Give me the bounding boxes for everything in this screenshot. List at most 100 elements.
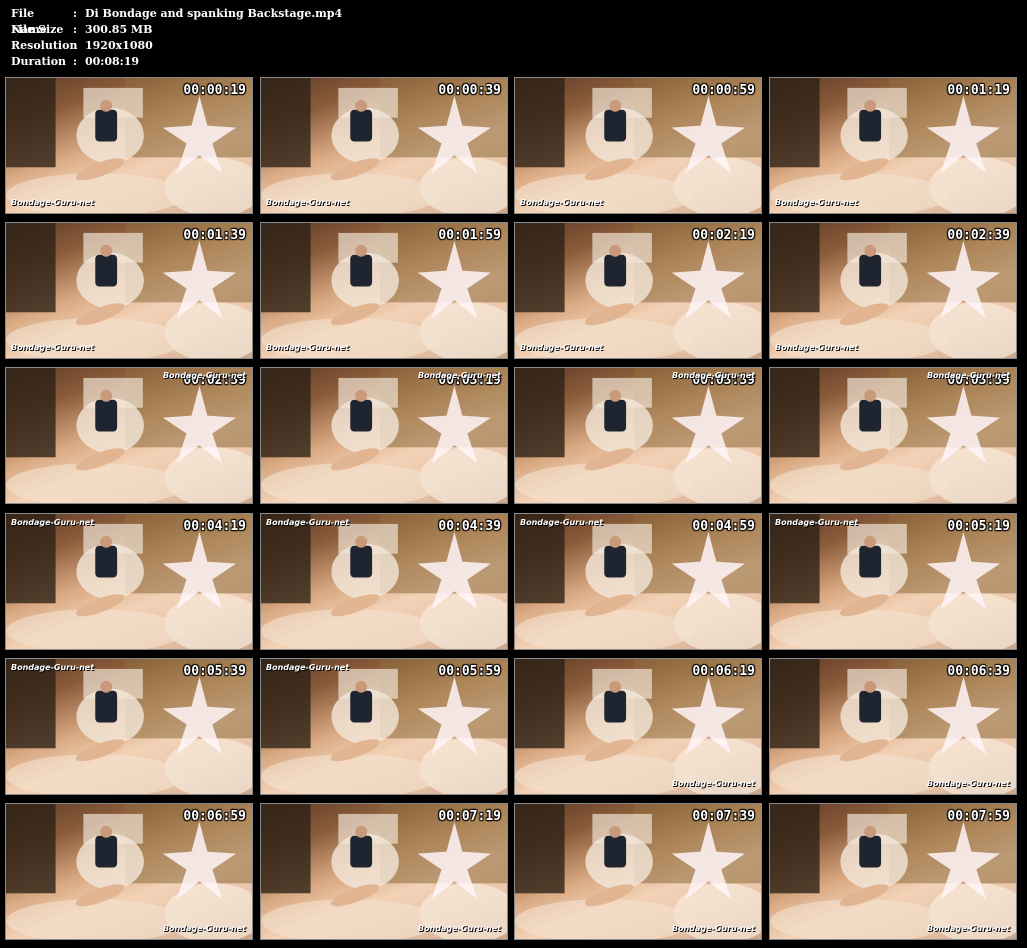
scene-image [515,368,761,503]
video-thumbnail: 00:00:19 Bondage-Guru-net [5,77,253,214]
timestamp-label: 00:00:19 [183,83,246,98]
timestamp-label: 00:06:59 [183,809,246,824]
file-name-row: File Name : Di Bondage and spanking Back… [11,6,343,36]
resolution-label: Resolution [11,39,78,52]
video-thumbnail: 00:06:59 Bondage-Guru-net [5,803,253,940]
timestamp-label: 00:05:39 [183,664,246,679]
watermark-label: Bondage-Guru-net [266,663,350,672]
watermark-label: Bondage-Guru-net [11,518,95,527]
watermark-label: Bondage-Guru-net [11,343,95,352]
file-size-row: File Size : 300.85 MB [11,22,342,38]
watermark-label: Bondage-Guru-net [926,779,1010,788]
timestamp-label: 00:02:39 [947,228,1010,243]
scene-image [770,223,1016,358]
video-thumbnail: 00:03:39 Bondage-Guru-net [514,367,762,504]
timestamp-label: 00:01:19 [947,83,1010,98]
scene-image [770,659,1016,794]
video-thumbnail: 00:01:39 Bondage-Guru-net [5,222,253,359]
watermark-label: Bondage-Guru-net [417,924,501,933]
scene-image [261,78,507,213]
timestamp-label: 00:04:59 [692,519,755,534]
video-thumbnail: 00:04:39 Bondage-Guru-net [260,513,508,650]
watermark-label: Bondage-Guru-net [671,779,755,788]
watermark-label: Bondage-Guru-net [671,924,755,933]
video-thumbnail: 00:07:39 Bondage-Guru-net [514,803,762,940]
scene-image [261,804,507,939]
scene-image [6,78,252,213]
resolution-value: 1920x1080 [85,39,153,52]
timestamp-label: 00:02:19 [692,228,755,243]
watermark-label: Bondage-Guru-net [266,343,350,352]
video-thumbnail: 00:02:19 Bondage-Guru-net [514,222,762,359]
video-thumbnail: 00:00:59 Bondage-Guru-net [514,77,762,214]
video-thumbnail: 00:00:39 Bondage-Guru-net [260,77,508,214]
timestamp-label: 00:01:59 [438,228,501,243]
watermark-label: Bondage-Guru-net [775,343,859,352]
watermark-label: Bondage-Guru-net [11,198,95,207]
scene-image [770,514,1016,649]
watermark-label: Bondage-Guru-net [266,518,350,527]
timestamp-label: 00:04:39 [438,519,501,534]
watermark-label: Bondage-Guru-net [775,518,859,527]
file-name-value: Di Bondage and spanking Backstage.mp4 [85,7,343,20]
scene-image [6,659,252,794]
watermark-label: Bondage-Guru-net [926,371,1010,380]
scene-image [6,514,252,649]
watermark-label: Bondage-Guru-net [162,371,246,380]
file-info-header: File Name : Di Bondage and spanking Back… [11,6,342,70]
file-size-value: 300.85 MB [85,23,153,36]
watermark-label: Bondage-Guru-net [926,924,1010,933]
scene-image [515,78,761,213]
scene-image [261,223,507,358]
scene-image [515,659,761,794]
video-thumbnail: 00:04:19 Bondage-Guru-net [5,513,253,650]
video-thumbnail: 00:03:59 Bondage-Guru-net [769,367,1017,504]
timestamp-label: 00:06:39 [947,664,1010,679]
video-thumbnail: 00:02:39 Bondage-Guru-net [769,222,1017,359]
scene-image [515,223,761,358]
separator: : [73,55,78,68]
timestamp-label: 00:01:39 [183,228,246,243]
watermark-label: Bondage-Guru-net [162,924,246,933]
watermark-label: Bondage-Guru-net [775,198,859,207]
watermark-label: Bondage-Guru-net [520,198,604,207]
timestamp-label: 00:05:59 [438,664,501,679]
timestamp-label: 00:00:59 [692,83,755,98]
video-thumbnail: 00:06:19 Bondage-Guru-net [514,658,762,795]
duration-value: 00:08:19 [85,55,140,68]
timestamp-label: 00:07:39 [692,809,755,824]
thumbnail-grid: 00:00:19 Bondage-Guru-net 00:00:39 Bondage-… [5,77,1023,943]
video-thumbnail: 00:04:59 Bondage-Guru-net [514,513,762,650]
watermark-label: Bondage-Guru-net [266,198,350,207]
video-thumbnail: 00:05:19 Bondage-Guru-net [769,513,1017,650]
timestamp-label: 00:07:59 [947,809,1010,824]
watermark-label: Bondage-Guru-net [671,371,755,380]
separator: : [73,39,78,52]
scene-image [261,514,507,649]
file-name-label: File Name [11,7,47,36]
scene-image [770,78,1016,213]
duration-row: Duration : 00:08:19 [11,54,342,70]
watermark-label: Bondage-Guru-net [520,518,604,527]
scene-image [770,804,1016,939]
video-thumbnail: 00:01:19 Bondage-Guru-net [769,77,1017,214]
timestamp-label: 00:07:19 [438,809,501,824]
scene-image [6,804,252,939]
timestamp-label: 00:00:39 [438,83,501,98]
video-thumbnail: 00:05:59 Bondage-Guru-net [260,658,508,795]
scene-image [770,368,1016,503]
separator: : [73,23,78,36]
resolution-row: Resolution : 1920x1080 [11,38,342,54]
scene-image [515,804,761,939]
video-thumbnail: 00:05:39 Bondage-Guru-net [5,658,253,795]
scene-image [261,368,507,503]
video-thumbnail: 00:06:39 Bondage-Guru-net [769,658,1017,795]
scene-image [6,223,252,358]
timestamp-label: 00:05:19 [947,519,1010,534]
duration-label: Duration [11,55,67,68]
watermark-label: Bondage-Guru-net [417,371,501,380]
watermark-label: Bondage-Guru-net [520,343,604,352]
file-size-label: File Size [11,23,64,36]
video-thumbnail: 00:07:19 Bondage-Guru-net [260,803,508,940]
video-thumbnail: 00:01:59 Bondage-Guru-net [260,222,508,359]
